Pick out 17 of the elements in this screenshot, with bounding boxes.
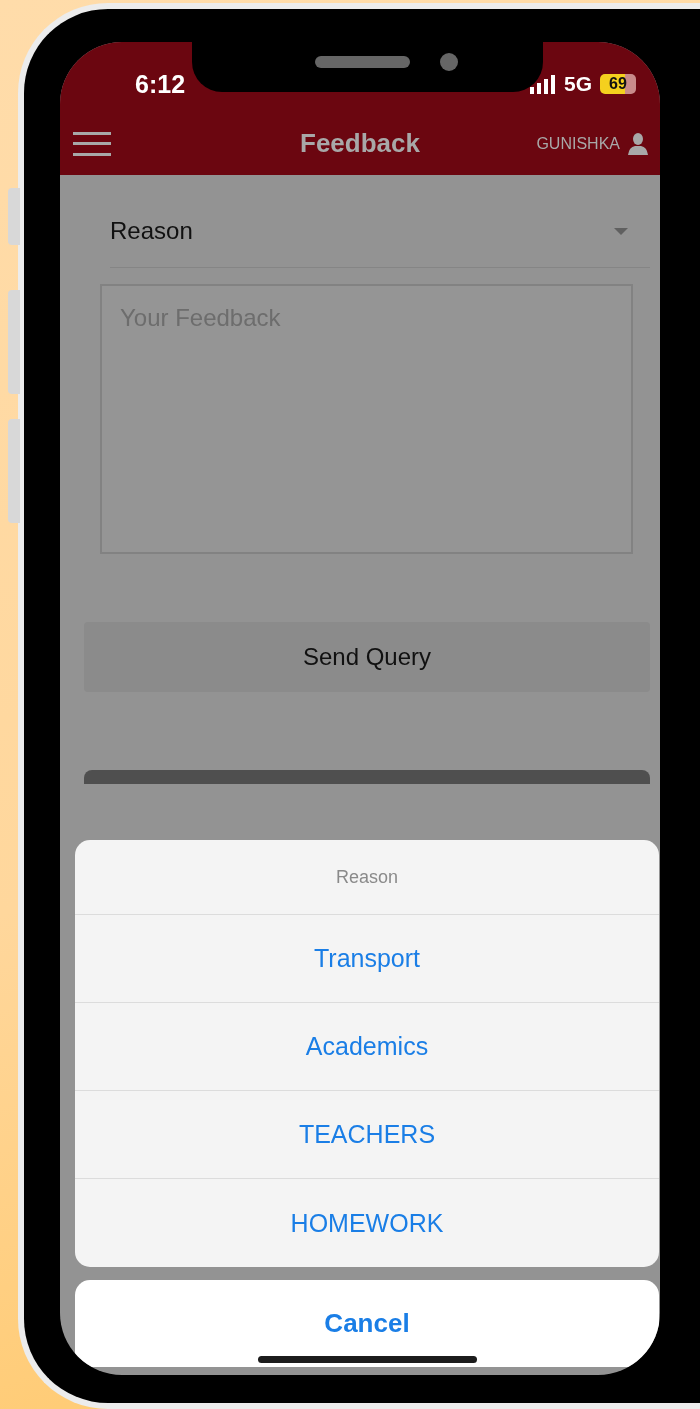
page-title: Feedback [300, 128, 420, 159]
action-sheet-option[interactable]: Academics [75, 1003, 659, 1091]
send-query-button[interactable]: Send Query [84, 622, 650, 692]
signal-icon [530, 74, 556, 94]
user-name: GUNISHKA [536, 134, 620, 153]
person-icon[interactable] [628, 132, 648, 155]
cancel-button[interactable]: Cancel [75, 1280, 659, 1367]
menu-icon[interactable] [73, 131, 111, 156]
reason-dropdown[interactable]: Reason [110, 205, 650, 268]
action-sheet-option[interactable]: HOMEWORK [75, 1179, 659, 1267]
action-sheet-option[interactable]: Transport [75, 915, 659, 1003]
action-sheet-option[interactable]: TEACHERS [75, 1091, 659, 1179]
clock-time: 6:12 [135, 69, 186, 99]
caret-icon [614, 227, 628, 235]
action-sheet-title: Reason [75, 840, 659, 915]
network-label: 5G [564, 72, 592, 96]
battery-icon: 69 [600, 74, 636, 94]
